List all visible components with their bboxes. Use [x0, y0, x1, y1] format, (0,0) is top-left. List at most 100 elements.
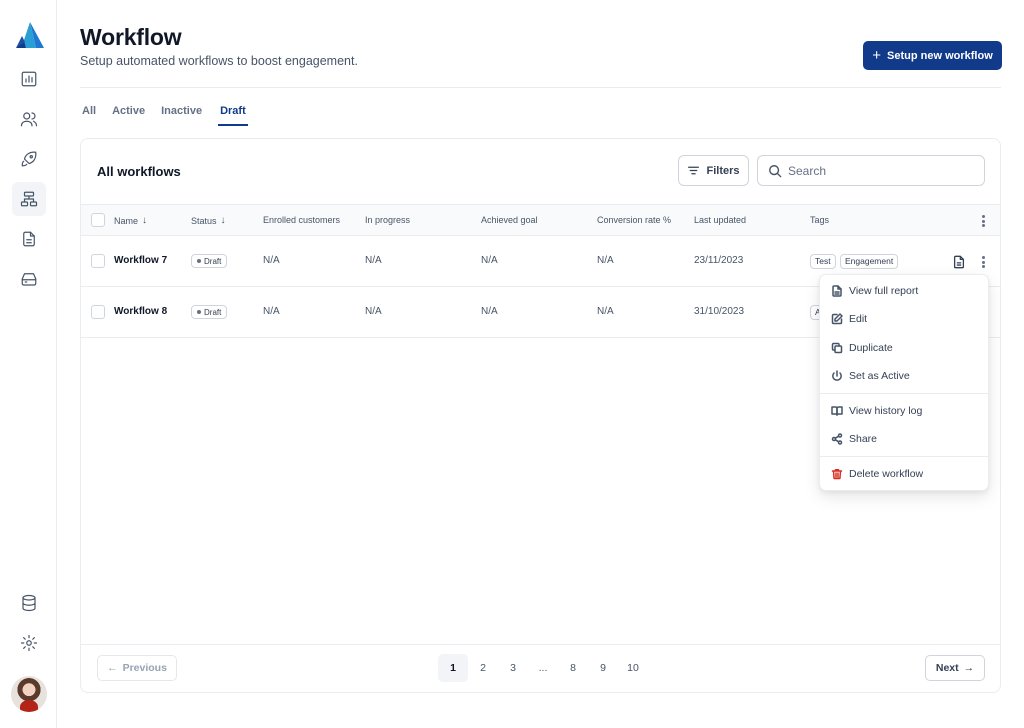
workflow-name[interactable]: Workflow 8: [114, 306, 167, 317]
document-icon: [23, 231, 35, 247]
rocket-icon: [21, 151, 37, 167]
share-icon: [831, 433, 843, 445]
gear-icon: [20, 634, 38, 652]
menu-label: View history log: [849, 405, 923, 417]
sidebar: [0, 0, 57, 728]
nav-campaigns[interactable]: [12, 142, 46, 176]
tab-active[interactable]: Active: [112, 98, 145, 126]
column-tags: Tags: [810, 215, 830, 225]
nav-customers[interactable]: [12, 102, 46, 136]
in-progress-value: N/A: [365, 306, 382, 317]
column-enrolled: Enrolled customers: [263, 215, 341, 225]
column-options-icon[interactable]: [977, 213, 989, 229]
last-updated-value: 31/10/2023: [694, 306, 745, 317]
menu-edit[interactable]: Edit: [820, 305, 988, 333]
menu-label: Set as Active: [849, 370, 910, 382]
nav-settings[interactable]: [12, 626, 46, 660]
column-achieved-goal: Achieved goal: [481, 215, 538, 225]
book-icon: [831, 406, 843, 416]
avatar[interactable]: [11, 676, 47, 712]
tab-all[interactable]: All: [82, 98, 96, 126]
previous-label: Previous: [122, 662, 167, 674]
database-icon: [22, 594, 36, 612]
enrolled-value: N/A: [263, 255, 280, 266]
row-context-menu: View full report Edit Duplicate Set as A…: [819, 274, 989, 491]
tag: Engagement: [840, 254, 899, 269]
menu-label: Share: [849, 433, 878, 445]
menu-duplicate[interactable]: Duplicate: [820, 334, 988, 362]
filters-label: Filters: [706, 164, 740, 177]
page-number[interactable]: 3: [498, 654, 528, 682]
page-number[interactable]: 10: [618, 654, 648, 682]
report-icon[interactable]: [952, 255, 966, 269]
arrow-down-icon: ↓: [142, 215, 148, 226]
edit-icon: [831, 313, 843, 325]
next-button[interactable]: Next →: [925, 655, 985, 681]
menu-share[interactable]: Share: [820, 425, 988, 453]
enrolled-value: N/A: [263, 306, 280, 317]
header-divider: [80, 87, 1001, 88]
nav-inbox[interactable]: [12, 262, 46, 296]
status-label: Draft: [204, 307, 222, 317]
column-in-progress: In progress: [365, 215, 411, 225]
nav-workflow[interactable]: [12, 182, 46, 216]
pagination: 1 2 3 ... 8 9 10: [438, 654, 648, 682]
plus-icon: +: [872, 46, 882, 64]
row-checkbox[interactable]: [91, 305, 105, 319]
status-label: Draft: [204, 256, 222, 266]
arrow-down-icon: ↓: [220, 215, 226, 226]
in-progress-value: N/A: [365, 255, 382, 266]
page-number[interactable]: 1: [438, 654, 468, 682]
select-all-checkbox[interactable]: [91, 213, 105, 227]
nav-database[interactable]: [12, 586, 46, 620]
chart-icon: [21, 71, 37, 87]
search-input[interactable]: [788, 163, 968, 178]
last-updated-value: 23/11/2023: [694, 255, 744, 266]
page-number[interactable]: 9: [588, 654, 618, 682]
achieved-goal-value: N/A: [481, 306, 498, 317]
status-badge: Draft: [191, 305, 228, 319]
column-status-label: Status: [191, 215, 217, 226]
filters-button[interactable]: Filters: [678, 155, 749, 186]
menu-label: Duplicate: [849, 342, 893, 354]
menu-delete-workflow[interactable]: Delete workflow: [820, 460, 988, 488]
arrow-left-icon: ←: [107, 662, 118, 674]
trash-icon: [831, 469, 843, 480]
page-number[interactable]: 8: [558, 654, 588, 682]
conversion-rate-value: N/A: [597, 255, 614, 266]
previous-button[interactable]: ← Previous: [97, 655, 177, 681]
workflow-name[interactable]: Workflow 7: [114, 255, 167, 266]
column-status[interactable]: Status ↓: [191, 215, 226, 226]
menu-set-as-active[interactable]: Set as Active: [820, 362, 988, 390]
nav-analytics[interactable]: [12, 62, 46, 96]
workflow-icon: [20, 191, 38, 207]
nav-documents[interactable]: [12, 222, 46, 256]
menu-label: Delete workflow: [849, 468, 924, 480]
page-ellipsis: ...: [538, 662, 548, 674]
table-header: Name ↓ Status ↓ Enrolled customers In pr…: [81, 204, 1000, 236]
setup-new-workflow-button[interactable]: + Setup new workflow: [863, 41, 1002, 70]
document-icon: [832, 285, 842, 297]
column-name[interactable]: Name ↓: [114, 215, 147, 226]
footer-divider: [81, 644, 1000, 645]
row-options-icon[interactable]: [977, 254, 989, 270]
menu-divider: [820, 393, 988, 394]
tag: Test: [810, 254, 836, 269]
inbox-icon: [21, 273, 37, 286]
column-conversion-rate: Conversion rate %: [597, 215, 672, 225]
menu-view-history-log[interactable]: View history log: [820, 397, 988, 425]
menu-divider: [820, 456, 988, 457]
menu-view-full-report[interactable]: View full report: [820, 277, 988, 305]
search-icon: [769, 164, 782, 177]
row-checkbox[interactable]: [91, 254, 105, 268]
page-title: Workflow: [80, 24, 182, 50]
menu-label: View full report: [849, 285, 919, 297]
status-dot-icon: [197, 310, 201, 314]
brand-logo: [16, 22, 44, 48]
page-number[interactable]: 2: [468, 654, 498, 682]
tab-draft[interactable]: Draft: [218, 98, 248, 126]
tab-inactive[interactable]: Inactive: [161, 98, 202, 126]
status-badge: Draft: [191, 254, 228, 268]
page-subtitle: Setup automated workflows to boost engag…: [80, 54, 358, 68]
setup-new-workflow-label: Setup new workflow: [887, 49, 993, 62]
